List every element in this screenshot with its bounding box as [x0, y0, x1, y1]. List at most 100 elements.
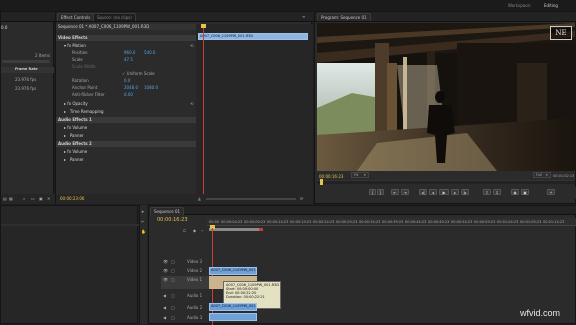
track-name: Audio 2: [187, 305, 203, 310]
antiflicker-value[interactable]: 0.00: [124, 92, 133, 97]
step-forward-frame-button[interactable]: ▸: [451, 189, 459, 195]
program-video-frame[interactable]: NE: [317, 23, 575, 171]
selection-tool-icon[interactable]: ➤: [141, 209, 144, 214]
volume-label[interactable]: ▸ fx Volume: [64, 125, 87, 130]
zoom-out-icon[interactable]: ◭: [198, 196, 201, 201]
lock-icon[interactable]: ▢: [171, 268, 175, 273]
project-scrollbar[interactable]: [2, 60, 50, 63]
volume2-label[interactable]: ▸ fx Volume: [64, 149, 87, 154]
program-scrub-bar[interactable]: [317, 180, 575, 184]
tab-sequence-01[interactable]: Sequence 01: [150, 207, 185, 215]
track-name: Audio 3: [187, 315, 203, 320]
go-to-in-button[interactable]: ⇤: [391, 189, 399, 195]
snap-icon[interactable]: ⊏: [183, 228, 186, 233]
step-back-button[interactable]: ◂|: [419, 189, 427, 195]
mark-out-button[interactable]: }: [377, 189, 384, 195]
ruler-tick: 00:00:14:23: [267, 220, 289, 224]
panner2-label[interactable]: ▸ Panner: [64, 157, 84, 162]
step-back-frame-button[interactable]: ◂: [429, 189, 437, 195]
search-icon[interactable]: ⌕: [23, 196, 25, 201]
motion-label[interactable]: ▾ fx Motion: [64, 43, 86, 48]
eye-icon[interactable]: 👁: [163, 277, 168, 282]
lock-icon[interactable]: ▢: [171, 259, 175, 264]
loop-icon[interactable]: ⟳: [300, 196, 303, 201]
list-view-icon[interactable]: ▤: [3, 196, 7, 201]
delete-icon[interactable]: ✕: [47, 196, 50, 201]
tab-effect-controls[interactable]: Effect Controls: [57, 13, 95, 21]
extract-button[interactable]: ⇫: [493, 189, 501, 195]
audio-clip-2[interactable]: [209, 313, 257, 321]
video-clip[interactable]: A007_C006_1109PW_001.R3D: [209, 267, 257, 275]
program-monitor: Program: Sequence 01 NE 00:00:16:23 Fit …: [314, 11, 576, 204]
time-remap-label[interactable]: ▸ Time Remapping: [64, 109, 104, 114]
panner-label[interactable]: ▸ Panner: [64, 133, 84, 138]
marker-icon[interactable]: ◆: [193, 228, 196, 233]
eye-icon[interactable]: 👁: [163, 268, 168, 273]
panel-menu-icon[interactable]: ≡: [302, 14, 305, 19]
time-ruler[interactable]: 00:00 00:00:04:23 00:00:09:23 00:00:14:2…: [207, 218, 576, 226]
sequence-timecode[interactable]: 00:00:16:23: [157, 217, 188, 223]
rotation-value[interactable]: 0.0: [124, 78, 130, 83]
frame-rate-header[interactable]: Frame Rate: [1, 67, 54, 73]
checkbox-checked-icon[interactable]: ✓: [122, 71, 125, 76]
effect-controls-mini-timeline[interactable]: A007_C006_1109PW_001.R3D: [196, 24, 313, 200]
quality-dropdown[interactable]: Full ▾: [533, 172, 551, 178]
work-area-red[interactable]: [259, 228, 263, 231]
export-frame-button[interactable]: ◉: [511, 189, 519, 195]
anchor-y[interactable]: 1080.0: [144, 85, 158, 90]
audio-clip[interactable]: A007_C006_1109PW_001: [209, 303, 257, 311]
menu-bar: Workspace: Editing: [0, 0, 576, 11]
anchor-x[interactable]: 2048.0: [124, 85, 138, 90]
work-area-bar[interactable]: [209, 228, 259, 231]
motion-reset-icon[interactable]: ⟲: [190, 43, 193, 48]
workspace-value[interactable]: Editing: [544, 3, 558, 8]
speaker-icon[interactable]: ◀: [163, 305, 166, 310]
razor-tool-icon[interactable]: ✂: [141, 219, 144, 224]
step-forward-button[interactable]: |▸: [461, 189, 469, 195]
lift-button[interactable]: ⇪: [483, 189, 491, 195]
new-item-icon[interactable]: ▣: [39, 196, 43, 201]
fit-dropdown[interactable]: Fit ▾: [351, 172, 369, 178]
ec-playhead-head[interactable]: [201, 24, 206, 28]
speaker-icon[interactable]: ◀: [163, 315, 166, 320]
lock-icon[interactable]: ▢: [171, 305, 175, 310]
hand-tool-icon[interactable]: ✋: [141, 229, 146, 234]
tools-panel-scrollbar[interactable]: [1, 224, 139, 226]
tab-source[interactable]: Source: (no clips): [93, 13, 136, 21]
button-editor-icon[interactable]: +: [547, 189, 555, 195]
play-button[interactable]: ▶: [439, 189, 449, 195]
position-y[interactable]: 540.0: [144, 50, 155, 55]
ec-clip-bar[interactable]: A007_C006_1109PW_001.R3D: [198, 33, 308, 40]
lock-icon[interactable]: ▢: [171, 277, 175, 282]
ruler-tick: 00:00:49:23: [428, 220, 450, 224]
ruler-tick: 00:00:29:23: [336, 220, 358, 224]
opacity-label[interactable]: ▸ fx Opacity: [64, 101, 88, 106]
link-icon[interactable]: ⌁: [201, 228, 203, 233]
new-bin-icon[interactable]: ▭: [31, 196, 35, 201]
icon-view-icon[interactable]: ▦: [9, 196, 13, 201]
scale-value[interactable]: 47.5: [124, 57, 133, 62]
workspace-label: Workspace:: [508, 3, 532, 8]
quality-value: Full: [536, 173, 542, 177]
zoom-slider[interactable]: [206, 198, 296, 200]
tab-program[interactable]: Program: Sequence 01: [317, 13, 371, 21]
speaker-icon[interactable]: ◀: [163, 293, 166, 298]
go-to-out-button[interactable]: ⇥: [401, 189, 409, 195]
ec-playhead[interactable]: [203, 26, 204, 198]
mark-in-button[interactable]: {: [369, 189, 376, 195]
uniform-scale-checkbox[interactable]: ✓ Uniform Scale: [122, 71, 155, 76]
position-x[interactable]: 960.0: [124, 50, 135, 55]
opacity-reset-icon[interactable]: ⟲: [190, 101, 193, 106]
camera-icon[interactable]: ▣: [521, 189, 529, 195]
scale-label: Scale: [72, 57, 83, 62]
eye-icon[interactable]: 👁: [163, 259, 168, 264]
ruler-tick: 00:00:24:23: [313, 220, 335, 224]
lock-icon[interactable]: ▢: [171, 315, 175, 320]
video-effects-header: Video Effects: [56, 35, 196, 41]
effect-controls-current-time[interactable]: 00:00:23:06: [60, 196, 84, 201]
lock-icon[interactable]: ▢: [171, 293, 175, 298]
ruler-tick: 00:00:04:23: [221, 220, 243, 224]
project-fragment-1: 0.0: [1, 25, 8, 30]
program-duration: 00:01:02:13: [553, 174, 575, 178]
program-playhead[interactable]: [320, 179, 323, 185]
